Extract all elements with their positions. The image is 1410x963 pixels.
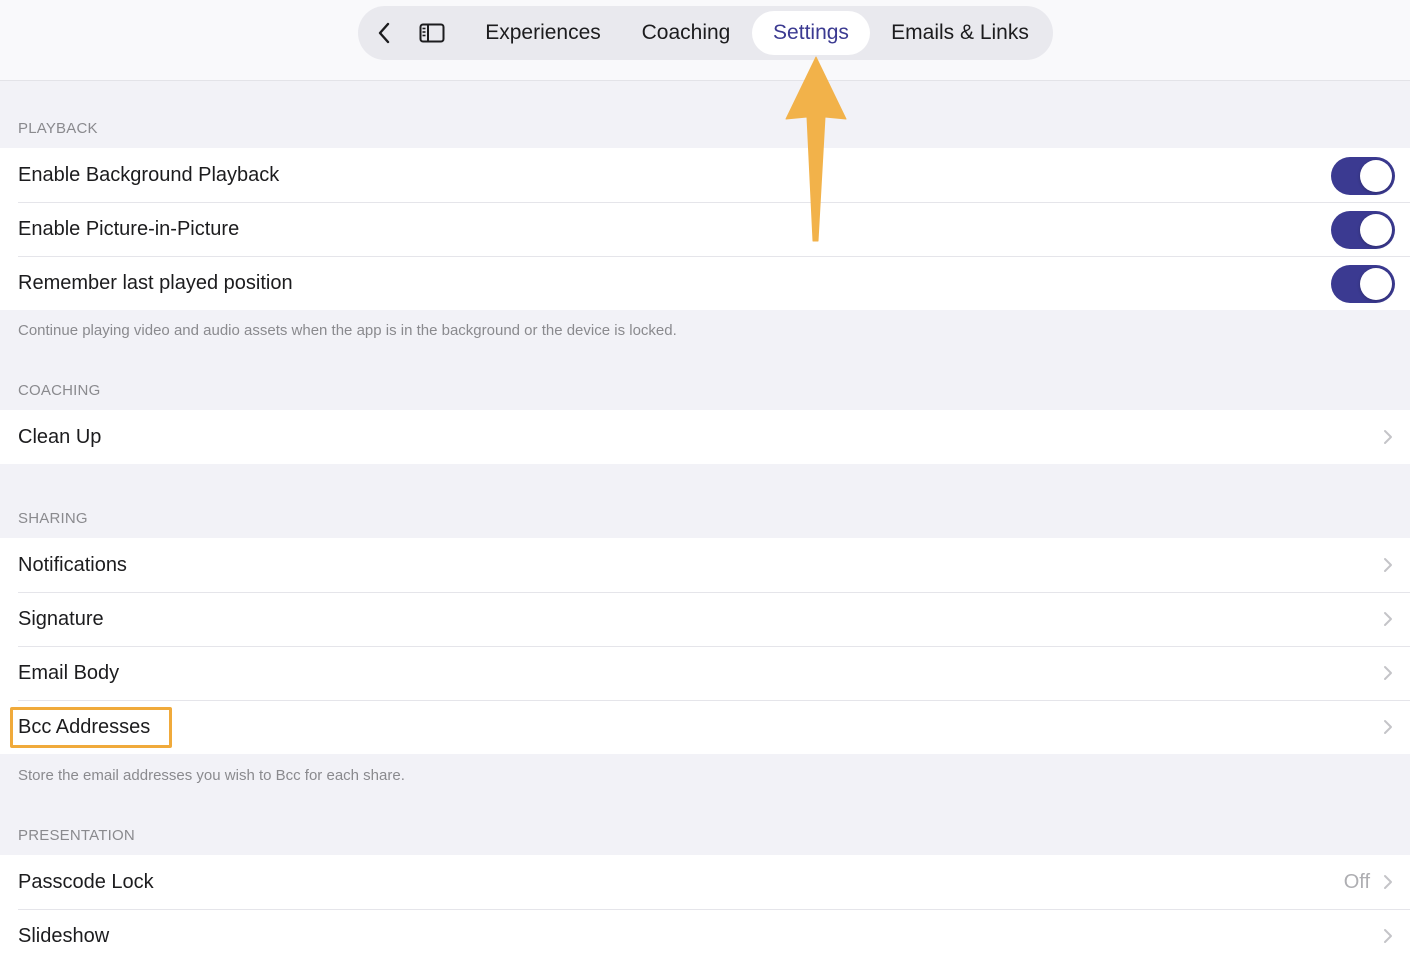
row-signature[interactable]: Signature — [0, 592, 1410, 646]
row-label: Notifications — [18, 553, 127, 576]
sharing-footer: Store the email addresses you wish to Bc… — [18, 767, 405, 784]
row-email-body[interactable]: Email Body — [0, 646, 1410, 700]
row-label: Remember last played position — [18, 271, 293, 294]
sidebar-toggle-icon — [419, 23, 445, 43]
row-remember-position: Remember last played position — [0, 256, 1410, 310]
coaching-group: Clean Up — [0, 410, 1410, 464]
section-header-presentation: PRESENTATION — [18, 827, 135, 844]
section-header-playback: PLAYBACK — [18, 120, 98, 137]
tab-settings[interactable]: Settings — [752, 11, 870, 55]
row-label: Enable Background Playback — [18, 163, 280, 186]
section-header-coaching: COACHING — [18, 382, 101, 399]
tab-experiences[interactable]: Experiences — [468, 6, 618, 60]
chevron-right-icon — [1384, 430, 1392, 444]
row-label: Enable Picture-in-Picture — [18, 217, 240, 240]
row-label: Passcode Lock — [18, 870, 154, 893]
row-label: Signature — [18, 607, 104, 630]
row-background-playback: Enable Background Playback — [0, 148, 1410, 202]
row-bcc-addresses[interactable]: Bcc Addresses — [0, 700, 1410, 754]
chevron-right-icon — [1384, 929, 1392, 943]
row-label: Email Body — [18, 661, 120, 684]
bcc-addresses-highlight — [10, 707, 172, 748]
tab-coaching[interactable]: Coaching — [626, 6, 746, 60]
chevron-right-icon — [1384, 666, 1392, 680]
playback-group: Enable Background Playback Enable Pictur… — [0, 148, 1410, 310]
row-picture-in-picture: Enable Picture-in-Picture — [0, 202, 1410, 256]
chevron-right-icon — [1384, 558, 1392, 572]
row-label: Slideshow — [18, 924, 110, 947]
row-slideshow[interactable]: Slideshow — [0, 909, 1410, 963]
section-header-sharing: SHARING — [18, 510, 88, 527]
picture-in-picture-toggle[interactable] — [1331, 211, 1395, 249]
tab-bar: Experiences Coaching Settings Emails & L… — [358, 6, 1053, 60]
passcode-lock-value: Off — [1343, 870, 1370, 893]
top-bar: Experiences Coaching Settings Emails & L… — [0, 0, 1410, 81]
chevron-right-icon — [1384, 612, 1392, 626]
chevron-right-icon — [1384, 875, 1392, 889]
chevron-right-icon — [1384, 720, 1392, 734]
sidebar-toggle-button[interactable] — [412, 6, 452, 60]
row-notifications[interactable]: Notifications — [0, 538, 1410, 592]
remember-position-toggle[interactable] — [1331, 265, 1395, 303]
back-button[interactable] — [364, 6, 404, 60]
background-playback-toggle[interactable] — [1331, 157, 1395, 195]
sharing-group: Notifications Signature Email Body Bcc A… — [0, 538, 1410, 754]
presentation-group: Passcode Lock Off Slideshow — [0, 855, 1410, 963]
annotation-arrow-icon — [785, 56, 847, 242]
chevron-left-icon — [378, 22, 390, 44]
row-passcode-lock[interactable]: Passcode Lock Off — [0, 855, 1410, 909]
row-label: Clean Up — [18, 425, 102, 448]
tab-emails-links[interactable]: Emails & Links — [876, 6, 1044, 60]
row-clean-up[interactable]: Clean Up — [0, 410, 1410, 464]
playback-footer: Continue playing video and audio assets … — [18, 322, 677, 339]
